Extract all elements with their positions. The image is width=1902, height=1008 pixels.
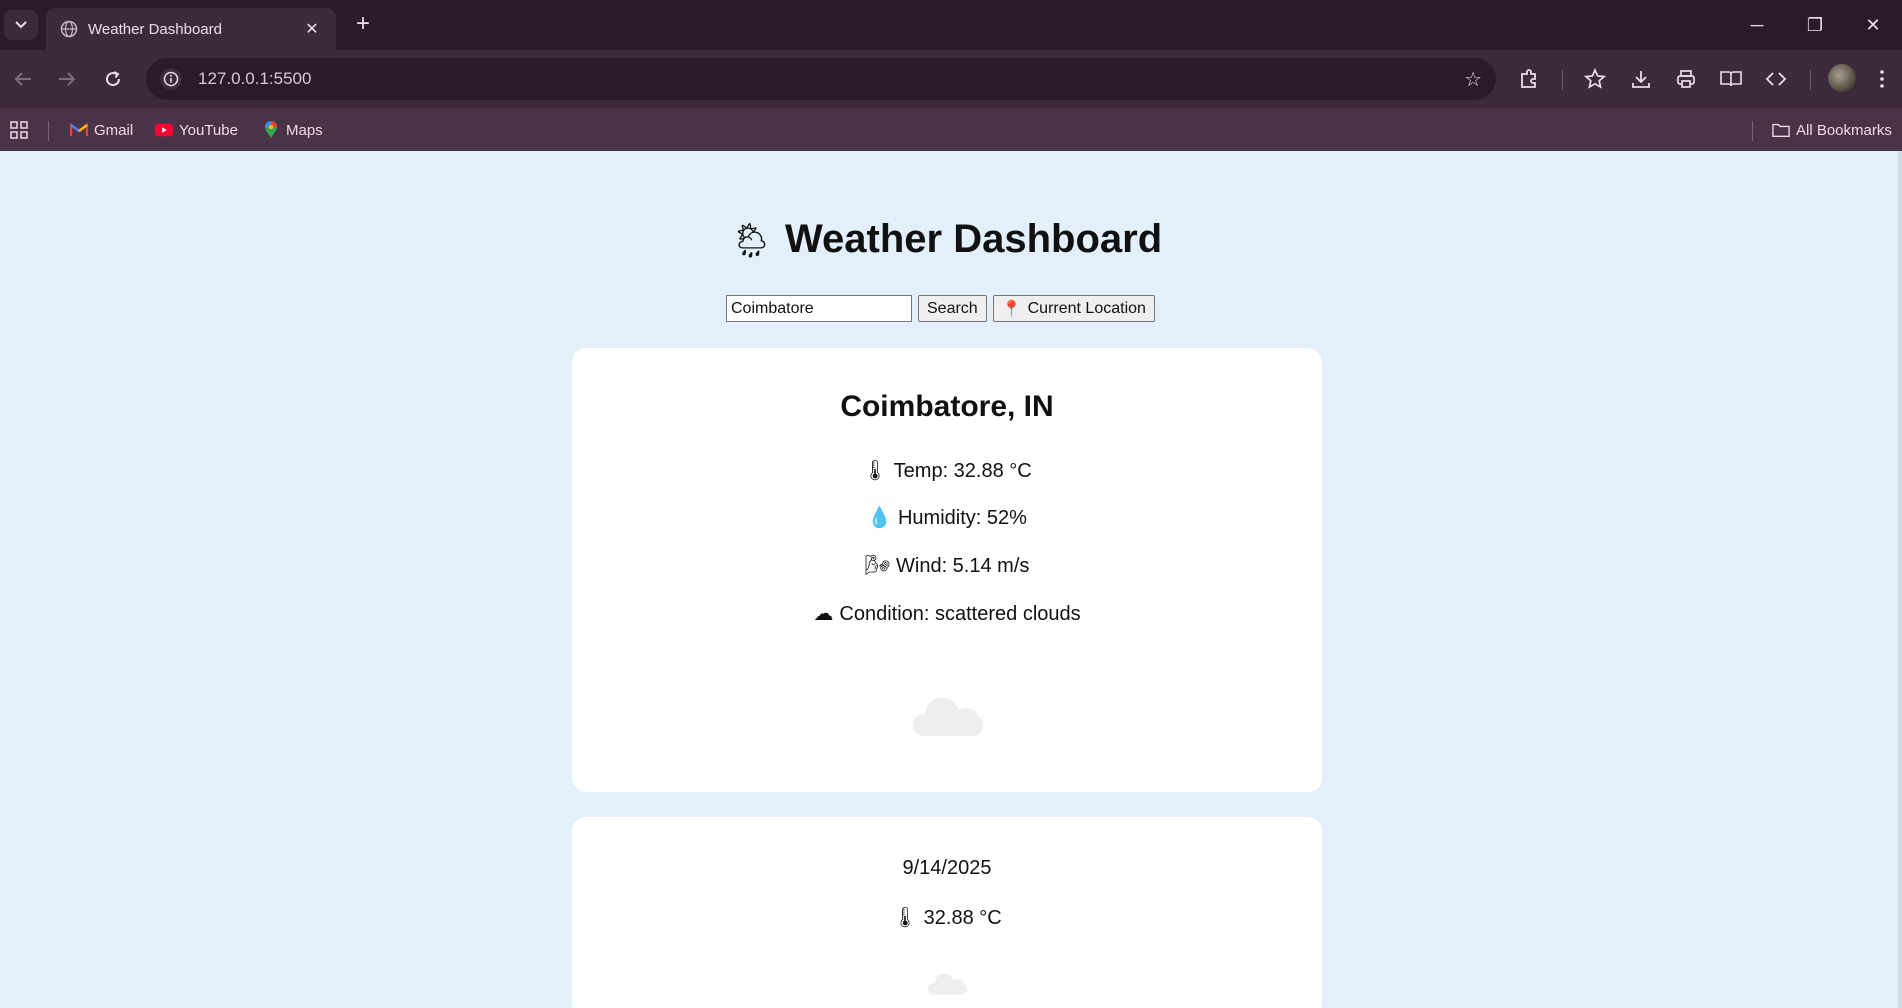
reload-button[interactable]: [96, 62, 130, 96]
apps-grid-icon: [10, 121, 28, 139]
url-text: 127.0.0.1:5500: [198, 69, 312, 88]
page-scrollbar[interactable]: [1898, 151, 1902, 1008]
tab-strip: Weather Dashboard ✕ + ─ ❐ ✕: [0, 0, 1902, 50]
bookmark-label: Gmail: [94, 121, 134, 139]
globe-icon: [60, 20, 78, 38]
tab-title: Weather Dashboard: [88, 20, 222, 38]
back-arrow-icon: [14, 72, 31, 86]
menu-icon[interactable]: [1872, 62, 1892, 96]
toolbar-divider: [1810, 70, 1811, 90]
download-icon[interactable]: [1624, 62, 1658, 96]
active-tab[interactable]: Weather Dashboard ✕: [46, 8, 336, 50]
cloud-icon: [912, 697, 984, 736]
water-drop-icon: 💧: [867, 507, 892, 529]
bookmark-maps[interactable]: Maps: [262, 118, 323, 142]
thermometer-icon: 🌡: [862, 460, 888, 482]
all-bookmarks-button[interactable]: All Bookmarks: [1772, 118, 1892, 142]
address-bar[interactable]: 127.0.0.1:5500 ☆: [146, 58, 1496, 100]
bookmarks-bar: Gmail YouTube Maps All Bookmarks: [0, 108, 1902, 151]
toolbar-divider: [1562, 70, 1563, 90]
page-title-text: Weather Dashboard: [785, 217, 1163, 261]
window-controls: ─ ❐ ✕: [1728, 0, 1902, 50]
devtools-icon[interactable]: [1759, 62, 1793, 96]
bookmark-divider: [48, 121, 49, 141]
forward-arrow-icon: [59, 72, 76, 86]
temperature-text: Temp: 32.88 °C: [893, 460, 1032, 482]
bookmark-gmail[interactable]: Gmail: [70, 118, 133, 142]
apps-button[interactable]: [10, 118, 28, 142]
cloud-icon: [927, 973, 967, 995]
folder-icon: [1772, 121, 1790, 139]
browser-toolbar: 127.0.0.1:5500 ☆: [0, 50, 1902, 108]
bookmark-youtube[interactable]: YouTube: [155, 118, 238, 142]
bookmark-divider: [1752, 121, 1753, 141]
city-search-input[interactable]: [726, 295, 912, 322]
restore-button[interactable]: ❐: [1786, 0, 1844, 50]
reload-icon: [106, 71, 121, 87]
forecast-temperature: 32.88 °C: [923, 907, 1002, 929]
forward-button[interactable]: [50, 62, 84, 96]
page-content: 🌦 Weather Dashboard Search 📍 Current Locat…: [0, 151, 1902, 1008]
gmail-icon: [70, 121, 88, 139]
extensions-icon[interactable]: [1512, 62, 1546, 96]
search-button[interactable]: Search: [918, 295, 987, 322]
temperature-row: 🌡 Temp: 32.88 °C: [572, 458, 1322, 483]
forecast-date: 9/14/2025: [902, 857, 992, 879]
bookmark-star-icon[interactable]: ☆: [1464, 67, 1482, 92]
youtube-icon: [155, 121, 173, 139]
page-title: 🌦 Weather Dashboard: [0, 217, 1892, 262]
reading-mode-icon[interactable]: [1714, 62, 1748, 96]
condition-row: ☁ Condition: scattered clouds: [572, 601, 1322, 626]
pin-icon: 📍: [1001, 300, 1022, 318]
all-bookmarks-label: All Bookmarks: [1796, 121, 1892, 139]
cloud-small-icon: ☁: [813, 603, 834, 625]
wind-row: 🌬 Wind: 5.14 m/s: [572, 553, 1322, 578]
humidity-row: 💧 Humidity: 52%: [572, 505, 1322, 530]
site-info-icon[interactable]: [160, 68, 182, 90]
tab-close-icon[interactable]: ✕: [302, 19, 322, 39]
sun-rain-cloud-icon: 🌦: [729, 222, 774, 260]
search-row: Search 📍 Current Location: [726, 295, 1155, 322]
profile-avatar[interactable]: [1828, 64, 1856, 92]
favorites-icon[interactable]: [1578, 62, 1612, 96]
current-location-label: Current Location: [1027, 299, 1146, 317]
bookmark-label: YouTube: [179, 121, 238, 139]
tab-search-button[interactable]: [4, 10, 38, 40]
new-tab-button[interactable]: +: [350, 12, 376, 38]
city-name: Coimbatore, IN: [840, 390, 1054, 423]
print-icon[interactable]: [1669, 62, 1703, 96]
forecast-temperature-row: 🌡 32.88 °C: [572, 905, 1322, 930]
forecast-card: 9/14/2025 🌡 32.88 °C: [572, 817, 1322, 1008]
current-weather-card: Coimbatore, IN 🌡 Temp: 32.88 °C 💧 Humidity…: [572, 348, 1322, 792]
back-button[interactable]: [6, 62, 40, 96]
wind-icon: 🌬: [864, 555, 890, 577]
wind-text: Wind: 5.14 m/s: [896, 555, 1030, 577]
minimize-button[interactable]: ─: [1728, 0, 1786, 50]
close-window-button[interactable]: ✕: [1844, 0, 1902, 50]
chevron-down-icon: [15, 21, 27, 29]
thermometer-icon: 🌡: [892, 907, 918, 929]
humidity-text: Humidity: 52%: [897, 507, 1027, 529]
current-location-button[interactable]: 📍 Current Location: [992, 295, 1155, 322]
condition-text: Condition: scattered clouds: [839, 603, 1081, 625]
bookmark-label: Maps: [286, 121, 323, 139]
maps-icon: [262, 121, 280, 139]
